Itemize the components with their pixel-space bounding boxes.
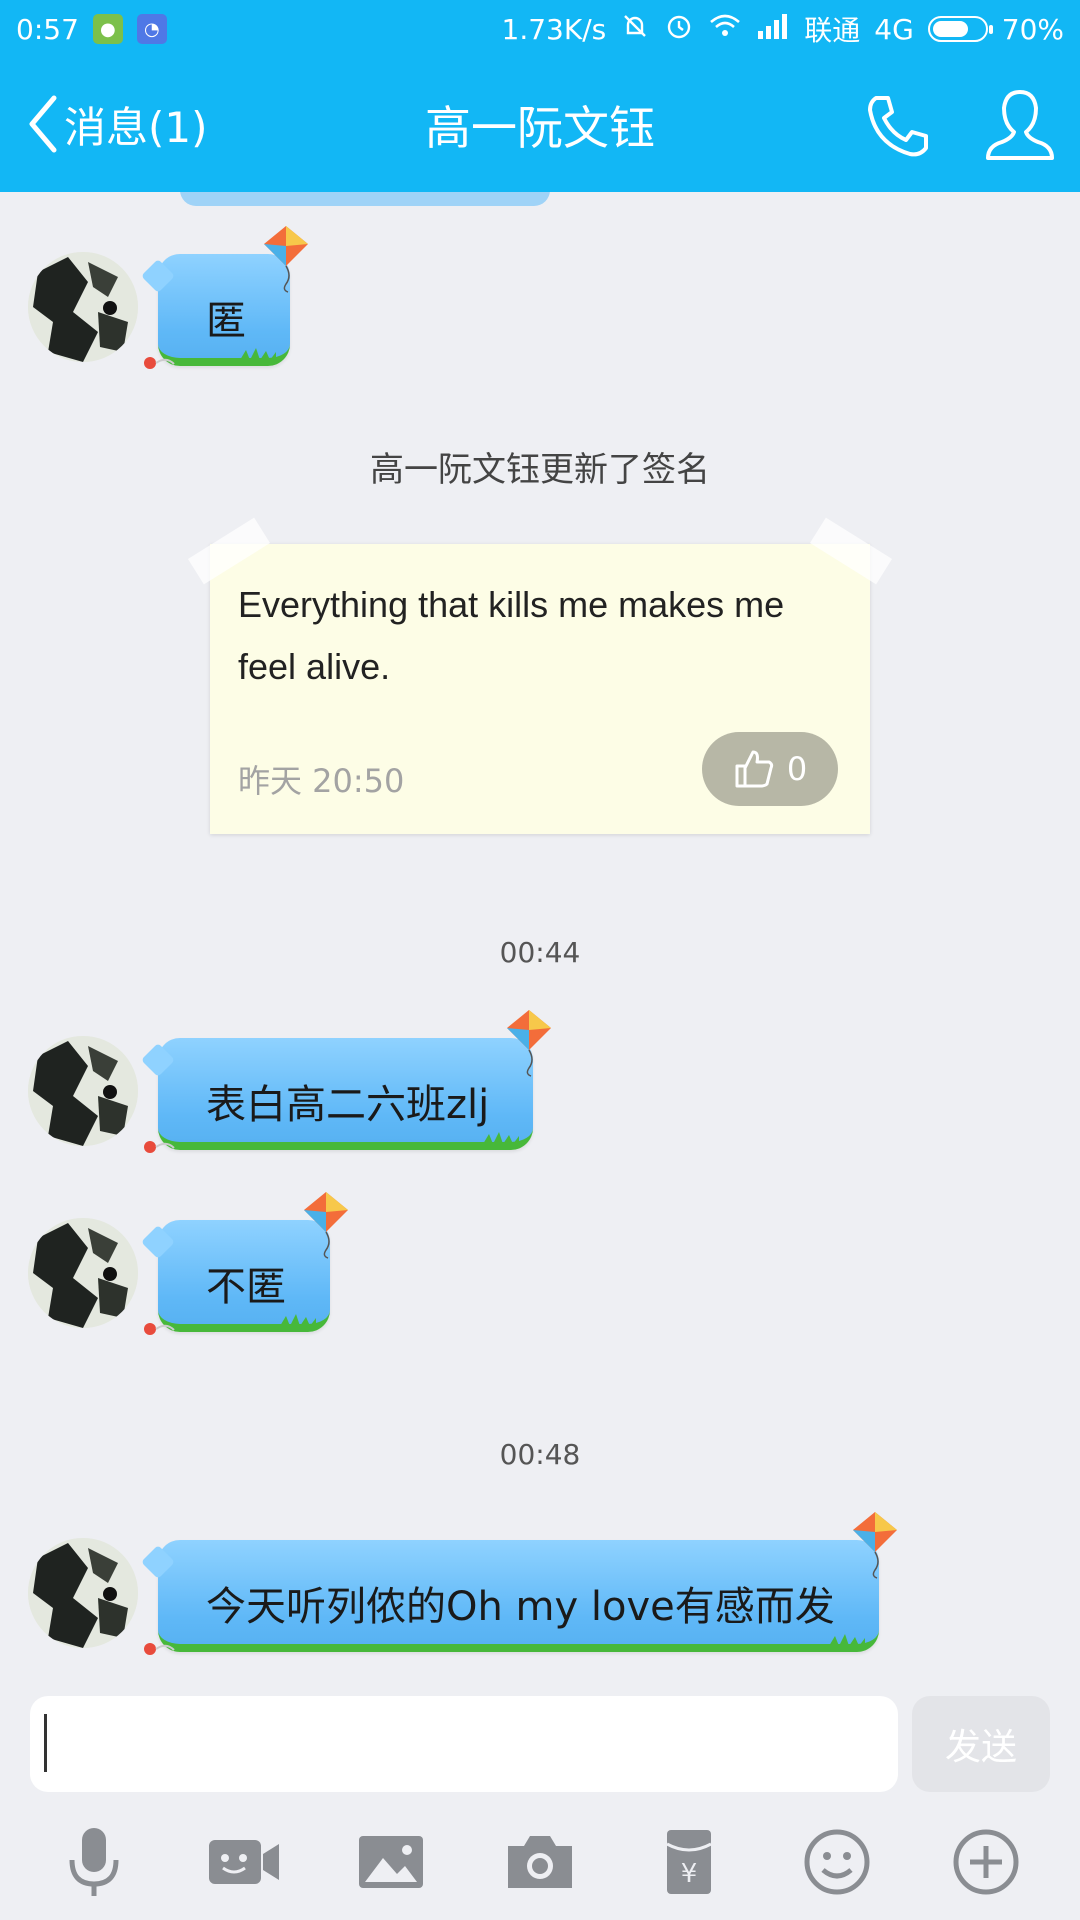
title-bar: 消息(1) 高一阮文钰 bbox=[0, 58, 1080, 192]
status-time: 0:57 bbox=[16, 12, 79, 46]
timestamp: 00:48 bbox=[499, 1438, 581, 1471]
message-text: 表白高二六班zlj bbox=[206, 1082, 490, 1128]
contact-avatar[interactable] bbox=[28, 252, 138, 362]
battery-percent: 70% bbox=[1001, 12, 1064, 46]
timestamp: 00:44 bbox=[499, 936, 581, 969]
svg-text:¥: ¥ bbox=[680, 1859, 697, 1889]
alarm-icon bbox=[664, 11, 694, 48]
mute-icon bbox=[620, 11, 650, 48]
signal-icon bbox=[756, 13, 790, 46]
contact-avatar[interactable] bbox=[28, 1036, 138, 1146]
thumbs-up-icon bbox=[735, 750, 773, 788]
image-icon bbox=[359, 1836, 424, 1888]
message-bubble[interactable]: 今天听列侬的Oh my love有感而发 bbox=[144, 1512, 897, 1655]
status-bar: 0:57 ● ◔ 1.73K/s 联通 4G 70% bbox=[0, 0, 1080, 58]
like-count: 0 bbox=[786, 750, 808, 788]
signature-time: 昨天 20:50 bbox=[238, 762, 405, 800]
input-bar: 发送 bbox=[0, 1688, 1080, 1804]
kite-icon bbox=[304, 1192, 348, 1259]
grass-decoration-icon bbox=[240, 348, 276, 360]
pinwheel-icon bbox=[144, 1141, 175, 1153]
more-button[interactable] bbox=[941, 1817, 1031, 1907]
send-button[interactable]: 发送 bbox=[912, 1696, 1050, 1792]
pinwheel-icon bbox=[144, 1323, 175, 1335]
security-app-icon: ● bbox=[92, 14, 123, 44]
red-packet-button[interactable]: ¥ bbox=[644, 1817, 734, 1907]
speed-app-icon: ◔ bbox=[136, 14, 167, 44]
pinwheel-icon bbox=[144, 357, 175, 369]
camera-button[interactable] bbox=[495, 1817, 585, 1907]
contact-avatar[interactable] bbox=[28, 1538, 138, 1648]
message-text: 不匿 bbox=[206, 1264, 286, 1310]
message-bubble[interactable]: 表白高二六班zlj bbox=[144, 1010, 552, 1153]
camera-icon bbox=[507, 1836, 572, 1888]
like-button[interactable]: 0 bbox=[702, 732, 838, 806]
kite-icon bbox=[264, 226, 308, 293]
battery-icon bbox=[927, 16, 993, 42]
video-call-button[interactable] bbox=[198, 1817, 288, 1907]
system-notice: 高一阮文钰更新了签名 bbox=[370, 450, 710, 490]
message-text: 今天听列侬的Oh my love有感而发 bbox=[206, 1584, 835, 1630]
profile-button[interactable] bbox=[982, 86, 1058, 166]
kite-icon bbox=[852, 1512, 897, 1579]
wifi-icon bbox=[708, 12, 742, 47]
grass-decoration-icon bbox=[280, 1314, 316, 1326]
kite-icon bbox=[507, 1010, 552, 1077]
message-bubble[interactable]: 不匿 bbox=[144, 1192, 348, 1335]
bottom-toolbar: ¥ bbox=[0, 1804, 1080, 1920]
message-bubble[interactable]: 匿 bbox=[144, 226, 308, 369]
grass-decoration-icon bbox=[483, 1132, 520, 1144]
network-type: 4G bbox=[874, 12, 914, 46]
phone-call-button[interactable] bbox=[862, 90, 934, 162]
carrier-name: 联通 bbox=[804, 14, 861, 47]
grass-decoration-icon bbox=[828, 1634, 865, 1646]
message-text: 匿 bbox=[206, 298, 246, 344]
user-icon bbox=[986, 90, 1054, 160]
chat-area[interactable]: 匿 高一阮文钰更新了签名 Everything that kills me ma… bbox=[0, 192, 1080, 1688]
emoji-button[interactable] bbox=[792, 1817, 882, 1907]
text-cursor bbox=[44, 1714, 47, 1772]
signature-text: Everything that kills me makes me feel a… bbox=[238, 584, 785, 687]
voice-button[interactable] bbox=[49, 1817, 139, 1907]
phone-icon bbox=[868, 96, 928, 157]
network-speed: 1.73K/s bbox=[501, 12, 607, 46]
plus-icon bbox=[953, 1829, 1019, 1895]
previous-message-bubble[interactable] bbox=[180, 192, 550, 206]
contact-avatar[interactable] bbox=[28, 1218, 138, 1328]
microphone-icon bbox=[69, 1828, 119, 1896]
photo-button[interactable] bbox=[346, 1817, 436, 1907]
emoji-icon bbox=[804, 1829, 870, 1895]
message-input[interactable] bbox=[30, 1696, 898, 1792]
pinwheel-icon bbox=[144, 1643, 175, 1655]
video-icon bbox=[208, 1840, 279, 1884]
signature-card[interactable]: Everything that kills me makes me feel a… bbox=[187, 517, 893, 834]
red-packet-icon: ¥ bbox=[665, 1830, 712, 1894]
